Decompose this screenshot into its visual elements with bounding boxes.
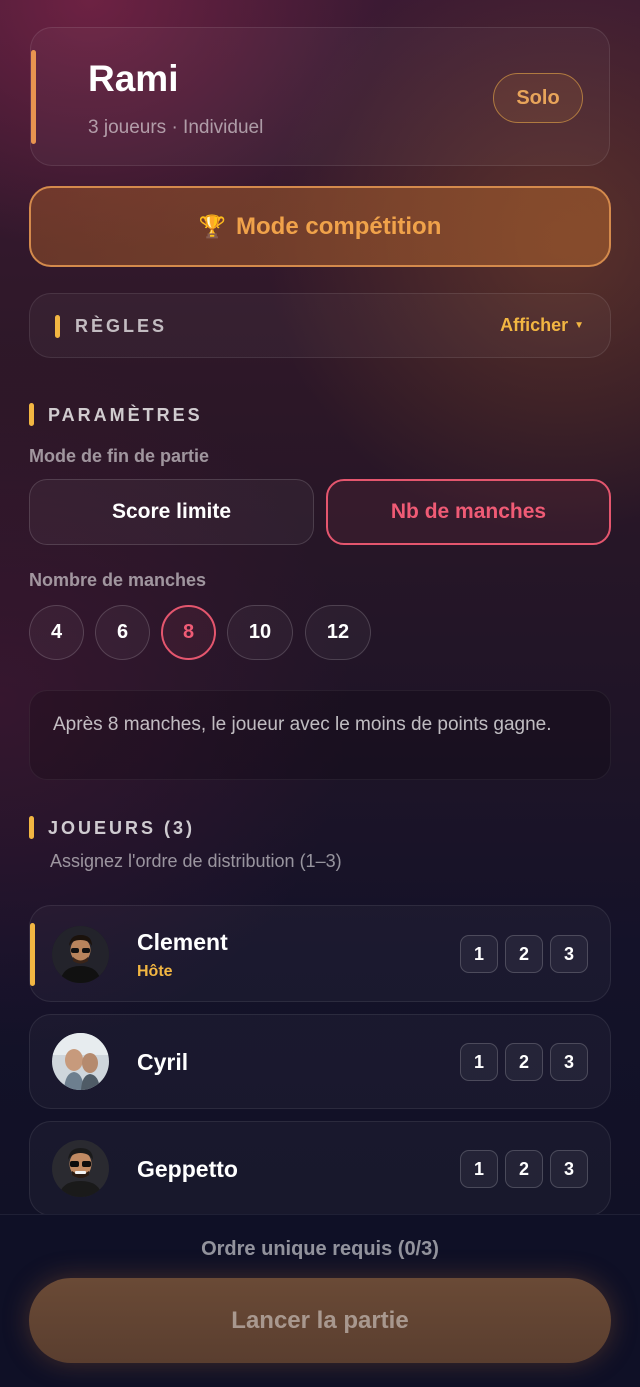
- caret-down-icon: ▼: [574, 320, 584, 331]
- player-name: Cyril: [137, 1049, 189, 1075]
- params-accent-bar: [29, 403, 34, 426]
- rounds-label: Nombre de manches: [29, 570, 207, 590]
- rules-toggle-label: Afficher: [500, 315, 569, 335]
- avatar: [52, 1033, 109, 1090]
- rules-accent-bar: [55, 315, 60, 338]
- end-mode-score-button[interactable]: Score limite: [29, 479, 314, 545]
- rules-panel[interactable]: RÈGLES Afficher ▼: [29, 293, 611, 358]
- order-option-3[interactable]: 3: [550, 1043, 588, 1081]
- game-title: Rami: [88, 58, 179, 99]
- footer-bar: Ordre unique requis (0/3) Lancer la part…: [0, 1214, 640, 1387]
- order-option-1[interactable]: 1: [460, 935, 498, 973]
- round-option-6[interactable]: 6: [95, 605, 150, 660]
- solo-badge[interactable]: Solo: [493, 73, 583, 123]
- avatar: [52, 1140, 109, 1197]
- player-card-cyril: Cyril 1 2 3: [29, 1014, 611, 1109]
- round-option-8[interactable]: 8: [161, 605, 216, 660]
- trophy-icon: 🏆: [198, 213, 227, 239]
- launch-game-button[interactable]: Lancer la partie: [29, 1278, 611, 1363]
- game-header-card: Rami 3 joueurs · Individuel Solo: [30, 27, 610, 166]
- players-subtitle: Assignez l'ordre de distribution (1–3): [50, 851, 342, 871]
- round-option-4[interactable]: 4: [29, 605, 84, 660]
- order-selector: 1 2 3: [460, 935, 588, 973]
- rounds-info-text: Après 8 manches, le joueur avec le moins…: [53, 714, 552, 735]
- order-status-text: Ordre unique requis (0/3): [201, 1238, 439, 1260]
- order-option-2[interactable]: 2: [505, 935, 543, 973]
- game-subtitle: 3 joueurs · Individuel: [88, 117, 264, 138]
- order-selector: 1 2 3: [460, 1043, 588, 1081]
- player-name: Clement: [137, 929, 228, 955]
- round-option-12[interactable]: 12: [305, 605, 371, 660]
- header-accent-bar: [31, 50, 36, 144]
- competition-mode-button[interactable]: 🏆 Mode compétition: [29, 186, 611, 267]
- players-accent-bar: [29, 816, 34, 839]
- competition-mode-label: Mode compétition: [236, 212, 442, 240]
- round-option-10[interactable]: 10: [227, 605, 293, 660]
- end-mode-label: Mode de fin de partie: [29, 446, 210, 466]
- order-option-2[interactable]: 2: [505, 1150, 543, 1188]
- rules-show-toggle[interactable]: Afficher ▼: [500, 315, 584, 336]
- order-selector: 1 2 3: [460, 1150, 588, 1188]
- order-option-1[interactable]: 1: [460, 1043, 498, 1081]
- player-card-geppetto: Geppetto 1 2 3: [29, 1121, 611, 1216]
- player-name: Geppetto: [137, 1156, 238, 1182]
- order-option-3[interactable]: 3: [550, 935, 588, 973]
- params-title: PARAMÈTRES: [48, 405, 203, 425]
- host-accent-bar: [30, 923, 35, 986]
- player-card-clement: Clement Hôte 1 2 3: [29, 905, 611, 1002]
- players-title: JOUEURS (3): [48, 818, 196, 838]
- order-option-1[interactable]: 1: [460, 1150, 498, 1188]
- end-mode-rounds-button[interactable]: Nb de manches: [326, 479, 611, 545]
- player-role-host: Hôte: [137, 963, 173, 980]
- rounds-info-box: Après 8 manches, le joueur avec le moins…: [29, 690, 611, 780]
- order-option-3[interactable]: 3: [550, 1150, 588, 1188]
- order-option-2[interactable]: 2: [505, 1043, 543, 1081]
- rules-title: RÈGLES: [75, 316, 168, 336]
- avatar: [52, 926, 109, 983]
